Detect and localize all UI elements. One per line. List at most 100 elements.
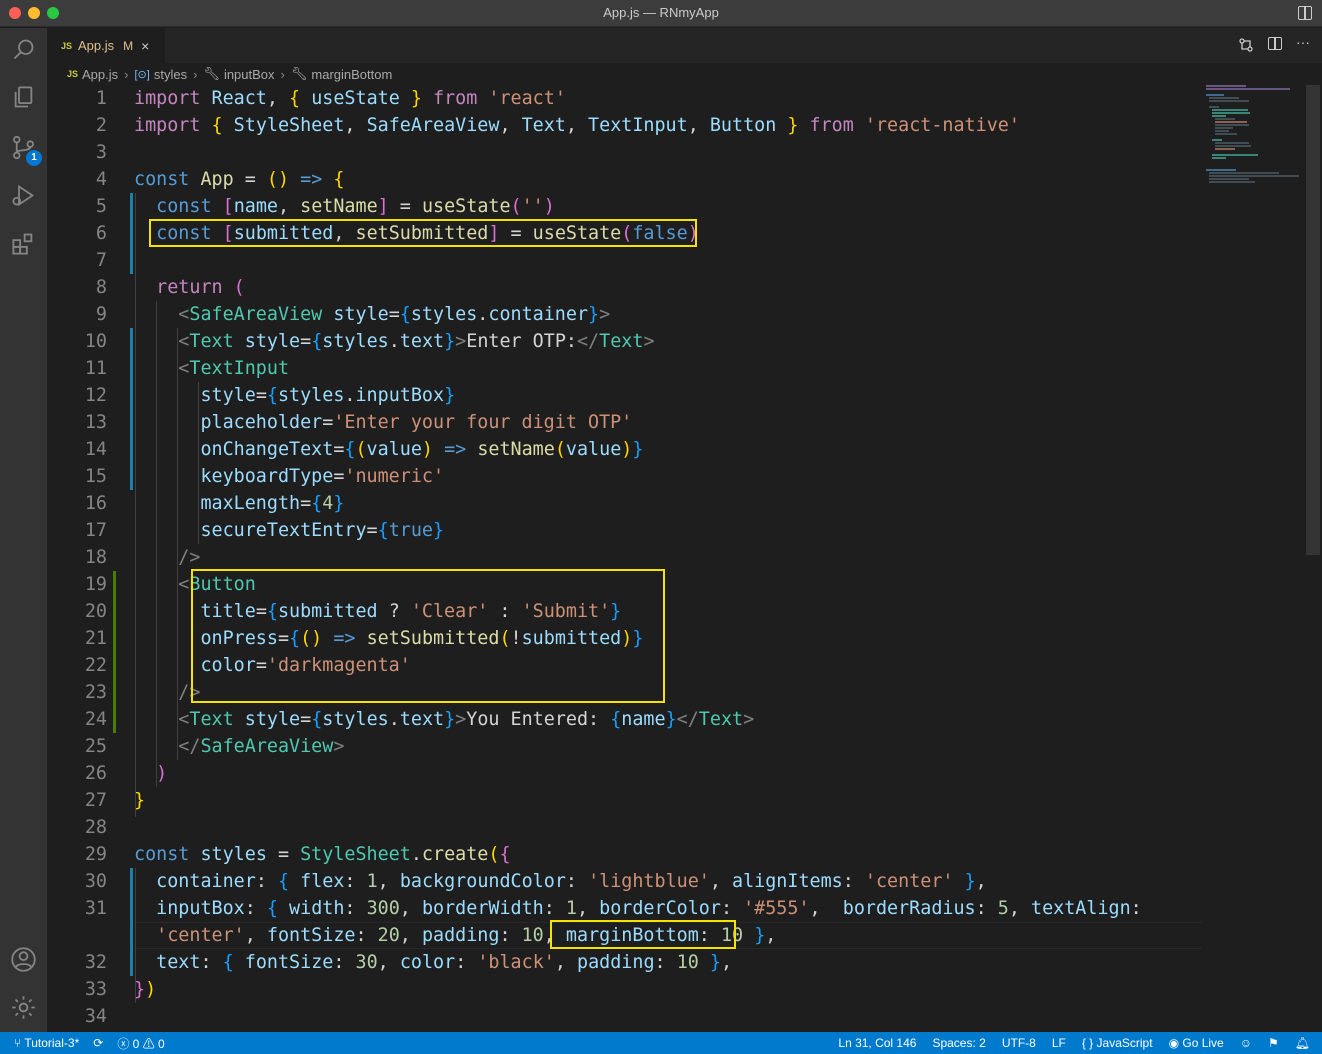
vertical-scrollbar[interactable]	[1306, 85, 1320, 555]
code-line[interactable]: 25 </SafeAreaView>	[47, 733, 1207, 760]
code-line[interactable]: 12 style={styles.inputBox}	[47, 382, 1207, 409]
line-number: 5	[95, 196, 107, 217]
cursor-position[interactable]: Ln 31, Col 146	[838, 1036, 916, 1050]
line-number: 33	[84, 979, 107, 1000]
code-line[interactable]: 8 return (	[47, 274, 1207, 301]
error-icon: ⓧ	[117, 1036, 133, 1051]
warning-count: 0	[158, 1036, 165, 1051]
code-line[interactable]: 33})	[47, 976, 1207, 1003]
code-text: import React, { useState } from 'react'	[134, 88, 566, 109]
code-line[interactable]: 28	[47, 814, 1207, 841]
code-line[interactable]: 9 <SafeAreaView style={styles.container}…	[47, 301, 1207, 328]
code-line[interactable]: 5 const [name, setName] = useState('')	[47, 193, 1207, 220]
code-editor[interactable]: 1 import React, { useState } from 'react'…	[47, 85, 1322, 1032]
account-icon[interactable]	[10, 946, 37, 973]
editor-actions: ···	[1238, 35, 1312, 53]
line-number: 13	[84, 412, 107, 433]
code-line[interactable]: 26 )	[47, 760, 1207, 787]
activity-bar: 1	[0, 28, 47, 1032]
problems-indicator[interactable]: ⓧ 0 ⚠ 0	[117, 1035, 164, 1052]
code-line[interactable]: 2 import { StyleSheet, SafeAreaView, Text…	[47, 112, 1207, 139]
line-number: 16	[84, 493, 107, 514]
code-line[interactable]: 30 container: { flex: 1, backgroundColor…	[47, 868, 1207, 895]
breadcrumb-file[interactable]: App.js	[82, 67, 118, 82]
manage-gear-icon[interactable]	[10, 994, 37, 1021]
code-text: text: { fontSize: 30, color: 'black', pa…	[156, 952, 733, 973]
code-text: keyboardType='numeric'	[200, 466, 445, 487]
code-text: </SafeAreaView>	[178, 736, 345, 757]
more-actions-icon[interactable]: ···	[1296, 35, 1312, 53]
extensions-icon[interactable]	[10, 230, 37, 257]
chevron-right-icon: ›	[124, 66, 129, 82]
status-bar: ⑂ Tutorial-3* ⟳ ⓧ 0 ⚠ 0 Ln 31, Col 146 S…	[0, 1032, 1322, 1054]
code-line[interactable]: 16 maxLength={4}	[47, 490, 1207, 517]
scm-badge: 1	[26, 150, 42, 166]
code-line[interactable]: 15 keyboardType='numeric'	[47, 463, 1207, 490]
code-text: return (	[156, 277, 245, 298]
split-editor-icon[interactable]	[1268, 37, 1282, 50]
notifications-bell-icon[interactable]: 🔔︎	[1295, 1036, 1310, 1050]
branch-indicator[interactable]: ⑂ Tutorial-3*	[14, 1036, 79, 1050]
code-line[interactable]: 34	[47, 1003, 1207, 1030]
tab-modified-indicator: M	[123, 38, 134, 53]
end-of-line[interactable]: LF	[1052, 1036, 1066, 1050]
code-line[interactable]: 13 placeholder='Enter your four digit OT…	[47, 409, 1207, 436]
breadcrumb-inputbox[interactable]: inputBox	[224, 67, 275, 82]
window-title: App.js — RNmyApp	[603, 5, 719, 20]
copilot-icon[interactable]: ☺	[1240, 1036, 1252, 1050]
line-number: 24	[84, 709, 107, 730]
line-number: 2	[95, 115, 107, 136]
breadcrumb-styles[interactable]: styles	[154, 67, 187, 82]
code-line[interactable]: 1 import React, { useState } from 'react'	[47, 85, 1207, 112]
line-number: 17	[84, 520, 107, 541]
line-number: 1	[95, 88, 107, 109]
encoding[interactable]: UTF-8	[1002, 1036, 1036, 1050]
line-number: 22	[84, 655, 107, 676]
sync-icon[interactable]: ⟳	[93, 1036, 103, 1050]
warning-icon: ⚠	[142, 1036, 159, 1051]
line-number: 14	[84, 439, 107, 460]
js-file-icon: JS	[67, 69, 79, 79]
code-line[interactable]: 10 <Text style={styles.text}>Enter OTP:<…	[47, 328, 1207, 355]
explorer-icon[interactable]	[10, 84, 37, 111]
compare-changes-icon[interactable]	[1238, 37, 1254, 53]
code-line[interactable]: 11 <TextInput	[47, 355, 1207, 382]
branch-name: Tutorial-3*	[24, 1036, 80, 1050]
code-text: import { StyleSheet, SafeAreaView, Text,…	[134, 115, 1020, 136]
indentation[interactable]: Spaces: 2	[932, 1036, 985, 1050]
chevron-right-icon: ›	[193, 66, 198, 82]
code-line[interactable]: 29 const styles = StyleSheet.create({	[47, 841, 1207, 868]
code-line[interactable]: 27}	[47, 787, 1207, 814]
code-line[interactable]: 18 />	[47, 544, 1207, 571]
code-text: <Text style={styles.text}>You Entered: {…	[178, 709, 755, 730]
source-control-icon[interactable]: 1	[10, 134, 42, 166]
minimap[interactable]	[1202, 85, 1302, 1032]
search-icon[interactable]	[10, 36, 37, 63]
breadcrumb: JS App.js › [⊙] styles › 🔧︎ inputBox › 🔧…	[47, 63, 1322, 85]
code-line[interactable]: 7	[47, 247, 1207, 274]
line-number: 11	[84, 358, 107, 379]
code-line[interactable]: 24 <Text style={styles.text}>You Entered…	[47, 706, 1207, 733]
go-live-button[interactable]: ◉ Go Live	[1169, 1036, 1224, 1050]
code-line[interactable]: 3	[47, 139, 1207, 166]
tab-close-icon[interactable]: ×	[141, 38, 149, 54]
code-text: const styles = StyleSheet.create({	[134, 844, 511, 865]
tab-app-js[interactable]: JS App.js M ×	[47, 28, 165, 63]
feedback-icon[interactable]: ⚑	[1268, 1036, 1279, 1050]
line-number: 8	[95, 277, 107, 298]
code-line[interactable]: 4 const App = () => {	[47, 166, 1207, 193]
code-line[interactable]: 14 onChangeText={(value) => setName(valu…	[47, 436, 1207, 463]
code-text: inputBox: { width: 300, borderWidth: 1, …	[156, 898, 1142, 919]
code-line[interactable]: 17 secureTextEntry={true}	[47, 517, 1207, 544]
line-number: 12	[84, 385, 107, 406]
error-count: 0	[132, 1036, 140, 1051]
customize-layout-icon[interactable]	[1298, 6, 1312, 20]
breadcrumb-marginbottom[interactable]: marginBottom	[311, 67, 392, 82]
code-line[interactable]: 32 text: { fontSize: 30, color: 'black',…	[47, 949, 1207, 976]
run-debug-icon[interactable]	[10, 182, 37, 209]
line-number: 23	[84, 682, 107, 703]
code-text: style={styles.inputBox}	[200, 385, 456, 406]
language-mode[interactable]: { } JavaScript	[1082, 1036, 1153, 1050]
wrench-icon: 🔧︎	[203, 66, 220, 81]
code-line[interactable]: 31 inputBox: { width: 300, borderWidth: …	[47, 895, 1207, 922]
